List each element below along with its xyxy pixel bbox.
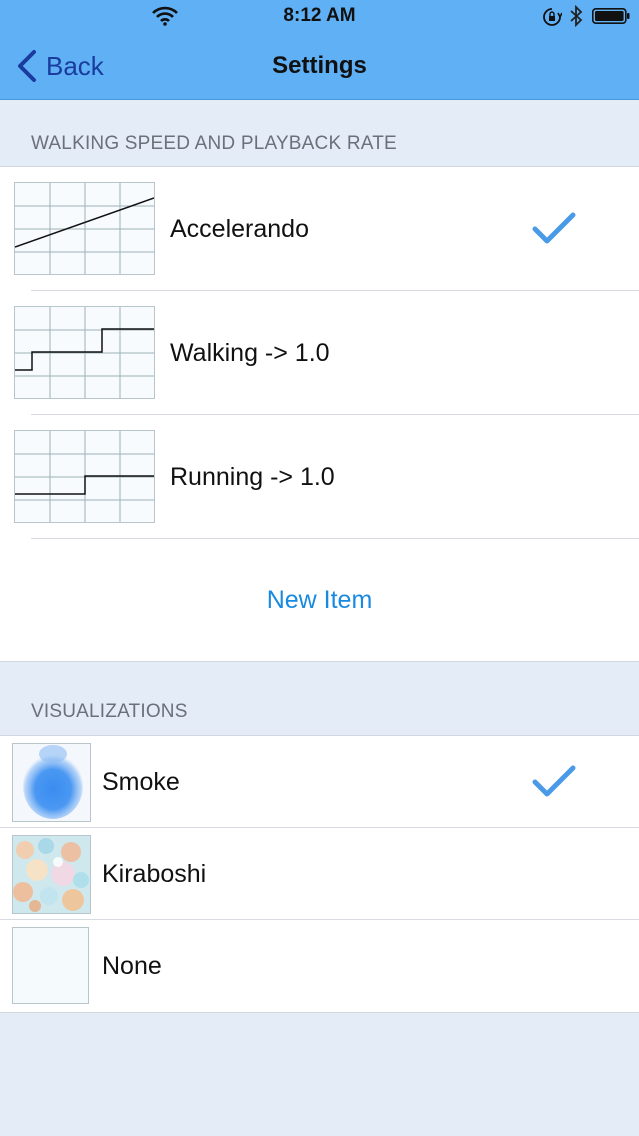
new-item-button[interactable]: New Item [0, 586, 639, 615]
row-label: Accelerando [170, 215, 309, 243]
list-item-none[interactable]: None [0, 920, 639, 1011]
row-label: Smoke [102, 768, 180, 796]
status-bar: 8:12 AM [0, 0, 639, 33]
kiraboshi-thumbnail [12, 835, 91, 914]
blank-thumbnail [12, 927, 89, 1004]
battery-icon [592, 8, 630, 24]
row-label: Kiraboshi [102, 860, 207, 888]
row-label: Walking -> 1.0 [170, 339, 330, 367]
smoke-thumbnail [12, 743, 91, 822]
speed-graph-step-single-icon [14, 430, 155, 523]
list-item-accelerando[interactable]: Accelerando [0, 167, 639, 290]
speed-graph-step-icon [14, 306, 155, 399]
row-label: None [102, 952, 162, 980]
section-header-visualizations: VISUALIZATIONS [31, 701, 188, 722]
orientation-lock-icon [543, 8, 562, 26]
section-header-speed: WALKING SPEED AND PLAYBACK RATE [31, 133, 397, 154]
list-item-kiraboshi[interactable]: Kiraboshi [0, 828, 639, 919]
visualizations-group: Smoke Kiraboshi None [0, 735, 639, 1013]
row-label: Running -> 1.0 [170, 463, 335, 491]
page-title: Settings [272, 52, 367, 79]
list-item-smoke[interactable]: Smoke [0, 736, 639, 827]
checkmark-icon [532, 765, 576, 797]
bluetooth-icon [570, 5, 583, 27]
list-item-running[interactable]: Running -> 1.0 [0, 415, 639, 538]
list-item-walking[interactable]: Walking -> 1.0 [0, 291, 639, 414]
navigation-bar: Back Settings [0, 33, 639, 100]
speed-graph-linear-icon [14, 182, 155, 275]
checkmark-icon [532, 212, 576, 244]
row-separator [31, 538, 639, 539]
speed-settings-group: Accelerando Walking -> 1.0 Running -> 1.… [0, 166, 639, 662]
